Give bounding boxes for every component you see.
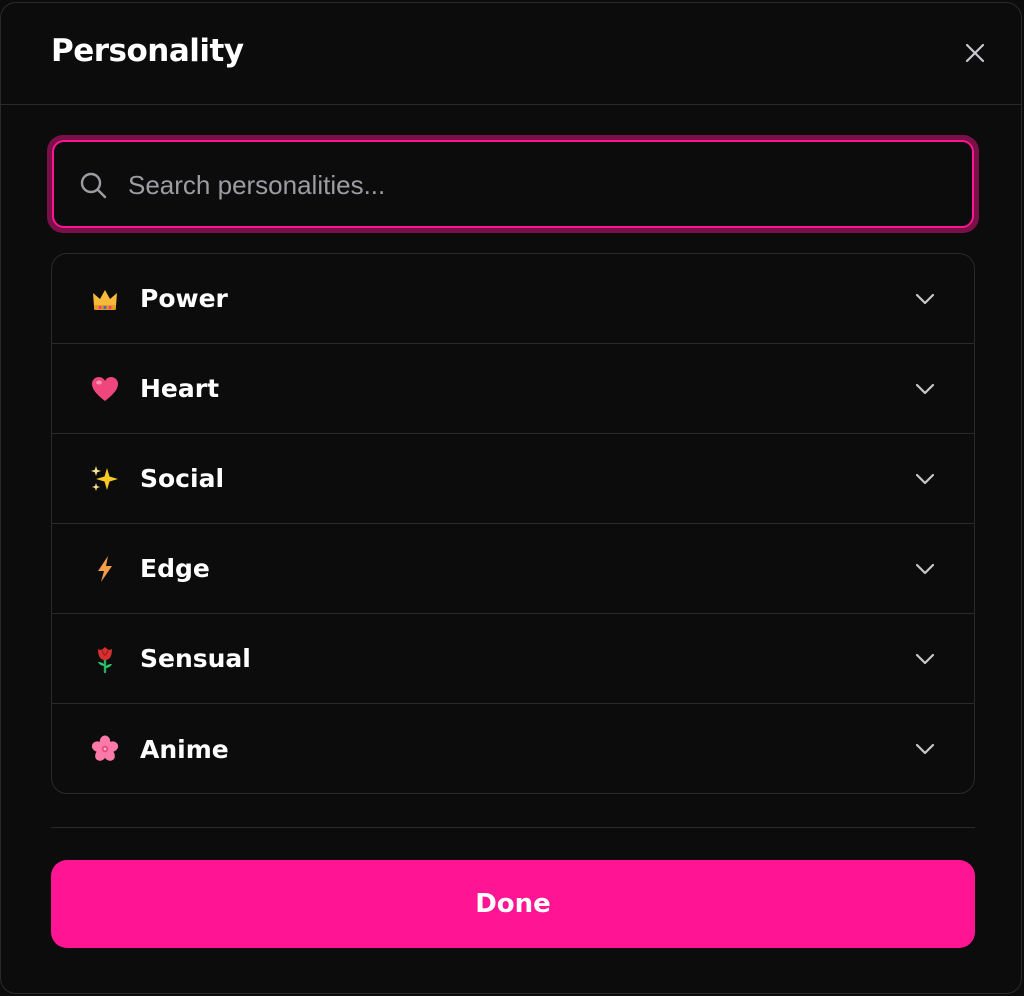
chevron-down-icon (915, 743, 935, 755)
chevron-down-icon (915, 293, 935, 304)
dialog-title: Personality (51, 33, 244, 69)
category-label: Sensual (140, 644, 251, 673)
category-anime[interactable]: Anime (52, 704, 974, 793)
chevron-down-icon (915, 563, 935, 574)
personality-category-list: Power Heart Social Edge Sensual Anime (51, 253, 975, 794)
footer-divider (51, 827, 975, 828)
lightning-icon (90, 554, 120, 584)
heart-icon (90, 374, 120, 404)
search-icon (80, 172, 107, 199)
category-power[interactable]: Power (52, 254, 974, 344)
category-label: Anime (140, 734, 229, 764)
cherry-blossom-icon (90, 734, 120, 764)
dialog-header: Personality (1, 3, 1021, 105)
close-icon (965, 43, 985, 63)
chevron-down-icon (915, 653, 935, 664)
crown-icon (90, 284, 120, 314)
category-heart[interactable]: Heart (52, 344, 974, 434)
chevron-down-icon (915, 473, 935, 484)
category-edge[interactable]: Edge (52, 524, 974, 614)
category-label: Power (140, 284, 228, 313)
sparkles-icon (90, 464, 120, 494)
category-social[interactable]: Social (52, 434, 974, 524)
category-label: Edge (140, 554, 210, 583)
category-label: Heart (140, 374, 220, 403)
chevron-down-icon (915, 383, 935, 394)
search-box (52, 140, 974, 228)
rose-icon (90, 644, 120, 674)
search-input[interactable] (126, 156, 950, 214)
search-focus-ring (47, 135, 979, 233)
personality-dialog: Personality Search personalities... Powe… (0, 2, 1022, 994)
category-sensual[interactable]: Sensual (52, 614, 974, 704)
close-button[interactable] (959, 37, 991, 69)
done-button[interactable]: Done (51, 860, 975, 948)
category-label: Social (140, 464, 225, 493)
